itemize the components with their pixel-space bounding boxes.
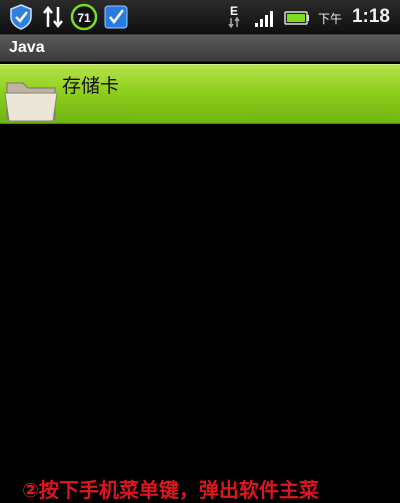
folder-icon [4,82,58,122]
status-bar: 71 E 下午 1:18 [0,0,400,35]
clock-time: 1:18 [351,6,390,27]
sync-arrows-icon [43,5,63,29]
signal-strength-icon [255,11,273,27]
instruction-caption: ②按下手机菜单键，弹出软件主菜 [22,478,319,502]
battery-level-icon: 71 [70,3,98,31]
list-item-storage-card[interactable]: 存储卡 [0,64,400,124]
checkmark-app-icon [104,5,128,29]
network-type-label: E [230,4,238,18]
ampm-label: 下午 [318,12,343,26]
page-title: Java [9,39,45,56]
edge-network-icon: E [228,4,240,29]
list-item-label: 存储卡 [62,75,120,97]
battery-percent-label: 71 [77,11,91,25]
battery-icon [284,11,309,25]
title-bar: Java [0,35,400,62]
shield-icon [10,4,32,30]
